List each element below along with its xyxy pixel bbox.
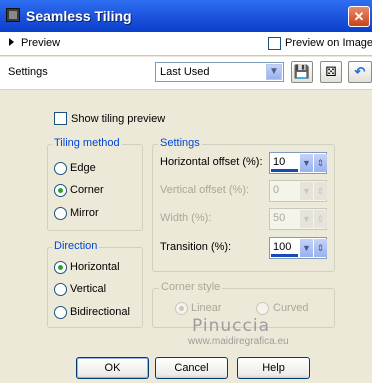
settings-legend: Settings — [158, 137, 202, 149]
slider-dropdown-icon[interactable]: ▼ — [300, 154, 313, 172]
transition-spinner[interactable]: 100 ▼ ⇕ — [269, 237, 327, 259]
radio-horizontal[interactable] — [54, 261, 67, 274]
radio-linear[interactable] — [175, 302, 188, 315]
radio-mirror[interactable] — [54, 207, 67, 220]
tiling-method-legend: Tiling method — [52, 137, 122, 149]
width-spinner[interactable]: 50 ▼ ⇕ — [269, 208, 327, 230]
transition-label: Transition (%): — [160, 241, 232, 253]
horizontal-offset-spinner[interactable]: 10 ▼ ⇕ — [269, 152, 327, 174]
slider-dropdown-icon[interactable]: ▼ — [300, 239, 313, 257]
help-button[interactable]: Help — [237, 357, 310, 379]
preview-on-image-checkbox[interactable] — [268, 37, 281, 50]
preset-value: Last Used — [160, 66, 210, 78]
spin-arrows-icon[interactable]: ⇕ — [314, 154, 327, 172]
reset-button[interactable]: ↶ — [348, 61, 372, 83]
width-value[interactable]: 50 — [273, 212, 285, 224]
watermark-name: Pinuccia — [192, 316, 270, 336]
width-label: Width (%): — [160, 212, 212, 224]
spin-arrows-icon[interactable]: ⇕ — [314, 182, 327, 200]
horizontal-offset-slider[interactable] — [271, 169, 298, 172]
expand-triangle-icon[interactable] — [9, 38, 14, 46]
radio-bidirectional[interactable] — [54, 306, 67, 319]
transition-slider[interactable] — [271, 254, 298, 257]
window-title: Seamless Tiling — [26, 8, 132, 24]
radio-linear-label: Linear — [191, 302, 222, 314]
app-icon — [6, 8, 20, 22]
corner-style-legend: Corner style — [159, 281, 223, 293]
save-preset-button[interactable]: 💾 — [291, 61, 313, 83]
radio-corner[interactable] — [54, 184, 67, 197]
spin-arrows-icon[interactable]: ⇕ — [314, 210, 327, 228]
preview-on-image-label: Preview on Image — [285, 37, 372, 49]
horizontal-offset-value[interactable]: 10 — [273, 156, 285, 168]
watermark-url: www.maidiregrafica.eu — [188, 336, 289, 347]
transition-value[interactable]: 100 — [273, 241, 291, 253]
vertical-offset-value[interactable]: 0 — [273, 184, 279, 196]
spin-arrows-icon[interactable]: ⇕ — [314, 239, 327, 257]
radio-corner-label: Corner — [70, 184, 104, 196]
radio-curved-label: Curved — [273, 302, 309, 314]
horizontal-offset-label: Horizontal offset (%): — [160, 156, 263, 168]
vertical-offset-spinner[interactable]: 0 ▼ ⇕ — [269, 180, 327, 202]
close-button[interactable]: ✕ — [348, 6, 370, 27]
radio-edge[interactable] — [54, 162, 67, 175]
radio-curved[interactable] — [256, 302, 269, 315]
randomize-button[interactable]: ⚄ — [320, 61, 342, 83]
slider-dropdown-icon[interactable]: ▼ — [300, 182, 313, 200]
reset-arrow-icon: ↶ — [354, 64, 366, 79]
radio-vertical[interactable] — [54, 283, 67, 296]
direction-legend: Direction — [52, 240, 100, 252]
preset-dropdown[interactable]: Last Used ▼ — [155, 62, 284, 82]
radio-vertical-label: Vertical — [70, 283, 107, 295]
vertical-offset-label: Vertical offset (%): — [160, 184, 250, 196]
cancel-button[interactable]: Cancel — [155, 357, 228, 379]
radio-bidirectional-label: Bidirectional — [70, 306, 130, 318]
ok-button[interactable]: OK — [76, 357, 149, 379]
radio-mirror-label: Mirror — [70, 207, 99, 219]
chevron-down-icon[interactable]: ▼ — [266, 64, 282, 80]
dice-icon: ⚄ — [325, 64, 337, 79]
show-tiling-preview-label: Show tiling preview — [71, 113, 166, 125]
radio-horizontal-label: Horizontal — [70, 261, 120, 273]
preview-toggle[interactable]: Preview — [21, 37, 60, 49]
radio-edge-label: Edge — [70, 162, 96, 174]
show-tiling-preview-checkbox[interactable] — [54, 112, 67, 125]
settings-label: Settings — [8, 66, 48, 78]
floppy-disk-icon: 💾 — [293, 64, 311, 79]
slider-dropdown-icon[interactable]: ▼ — [300, 210, 313, 228]
